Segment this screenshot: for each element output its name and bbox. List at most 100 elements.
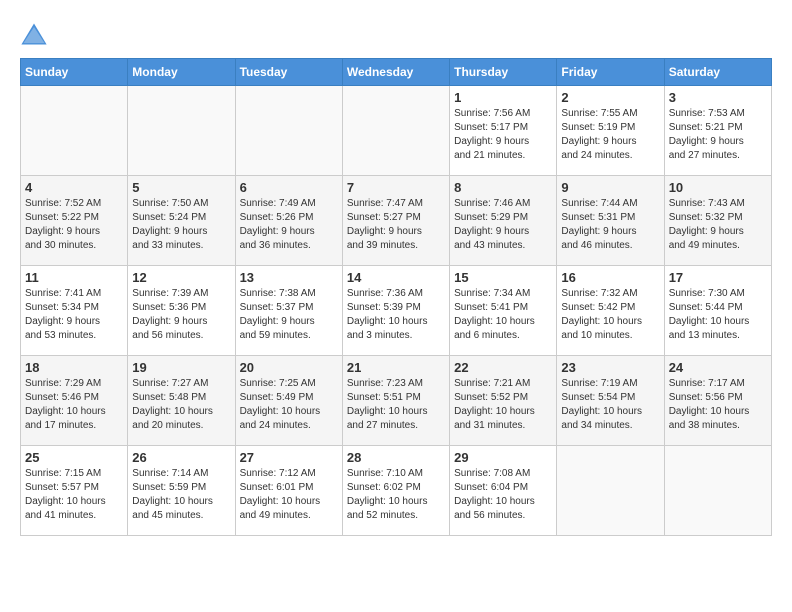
calendar-cell — [128, 86, 235, 176]
calendar-cell — [342, 86, 449, 176]
calendar-cell — [21, 86, 128, 176]
calendar-cell: 22 Sunrise: 7:21 AM Sunset: 5:52 PM Dayli… — [450, 356, 557, 446]
day-info: Sunrise: 7:43 AM Sunset: 5:32 PM Dayligh… — [669, 197, 767, 253]
day-info: Sunrise: 7:21 AM Sunset: 5:52 PM Dayligh… — [454, 377, 552, 433]
calendar-cell: 7Sunrise: 7:47 AM Sunset: 5:27 PM Daylig… — [342, 176, 449, 266]
day-header-sunday: Sunday — [21, 59, 128, 86]
day-info: Sunrise: 7:30 AM Sunset: 5:44 PM Dayligh… — [669, 287, 767, 343]
day-number: 23 — [561, 360, 659, 375]
day-number: 2 — [561, 90, 659, 105]
day-number: 17 — [669, 270, 767, 285]
day-info: Sunrise: 7:23 AM Sunset: 5:51 PM Dayligh… — [347, 377, 445, 433]
calendar-cell: 12 Sunrise: 7:39 AM Sunset: 5:36 PM Dayli… — [128, 266, 235, 356]
calendar-cell: 14Sunrise: 7:36 AM Sunset: 5:39 PM Dayli… — [342, 266, 449, 356]
calendar-cell: 10 Sunrise: 7:43 AM Sunset: 5:32 PM Dayli… — [664, 176, 771, 266]
calendar-cell: 29 Sunrise: 7:08 AM Sunset: 6:04 PM Dayli… — [450, 446, 557, 536]
day-number: 12 — [132, 270, 230, 285]
day-header-tuesday: Tuesday — [235, 59, 342, 86]
day-info: Sunrise: 7:38 AM Sunset: 5:37 PM Dayligh… — [240, 287, 338, 343]
day-info: Sunrise: 7:08 AM Sunset: 6:04 PM Dayligh… — [454, 467, 552, 523]
day-header-friday: Friday — [557, 59, 664, 86]
day-info: Sunrise: 7:19 AM Sunset: 5:54 PM Dayligh… — [561, 377, 659, 433]
day-header-monday: Monday — [128, 59, 235, 86]
day-number: 25 — [25, 450, 123, 465]
day-info: Sunrise: 7:39 AM Sunset: 5:36 PM Dayligh… — [132, 287, 230, 343]
calendar-cell: 24 Sunrise: 7:17 AM Sunset: 5:56 PM Dayli… — [664, 356, 771, 446]
day-header-saturday: Saturday — [664, 59, 771, 86]
calendar-cell: 18 Sunrise: 7:29 AM Sunset: 5:46 PM Dayli… — [21, 356, 128, 446]
calendar-cell: 28 Sunrise: 7:10 AM Sunset: 6:02 PM Dayli… — [342, 446, 449, 536]
day-info: Sunrise: 7:55 AM Sunset: 5:19 PM Dayligh… — [561, 107, 659, 163]
calendar-cell: 1 Sunrise: 7:56 AM Sunset: 5:17 PM Daylig… — [450, 86, 557, 176]
calendar-cell: 8 Sunrise: 7:46 AM Sunset: 5:29 PM Daylig… — [450, 176, 557, 266]
day-number: 1 — [454, 90, 552, 105]
day-number: 3 — [669, 90, 767, 105]
day-number: 29 — [454, 450, 552, 465]
day-number: 11 — [25, 270, 123, 285]
day-number: 5 — [132, 180, 230, 195]
day-info: Sunrise: 7:14 AM Sunset: 5:59 PM Dayligh… — [132, 467, 230, 523]
day-info: Sunrise: 7:52 AM Sunset: 5:22 PM Dayligh… — [25, 197, 123, 253]
day-info: Sunrise: 7:12 AM Sunset: 6:01 PM Dayligh… — [240, 467, 338, 523]
day-info: Sunrise: 7:50 AM Sunset: 5:24 PM Dayligh… — [132, 197, 230, 253]
day-info: Sunrise: 7:34 AM Sunset: 5:41 PM Dayligh… — [454, 287, 552, 343]
calendar-cell — [235, 86, 342, 176]
day-info: Sunrise: 7:25 AM Sunset: 5:49 PM Dayligh… — [240, 377, 338, 433]
day-number: 21 — [347, 360, 445, 375]
day-number: 6 — [240, 180, 338, 195]
day-number: 22 — [454, 360, 552, 375]
day-number: 24 — [669, 360, 767, 375]
calendar-table: SundayMondayTuesdayWednesdayThursdayFrid… — [20, 58, 772, 536]
day-number: 15 — [454, 270, 552, 285]
day-info: Sunrise: 7:46 AM Sunset: 5:29 PM Dayligh… — [454, 197, 552, 253]
day-info: Sunrise: 7:15 AM Sunset: 5:57 PM Dayligh… — [25, 467, 123, 523]
logo — [20, 20, 52, 48]
day-info: Sunrise: 7:44 AM Sunset: 5:31 PM Dayligh… — [561, 197, 659, 253]
calendar-cell: 13Sunrise: 7:38 AM Sunset: 5:37 PM Dayli… — [235, 266, 342, 356]
day-number: 8 — [454, 180, 552, 195]
calendar-cell: 5 Sunrise: 7:50 AM Sunset: 5:24 PM Daylig… — [128, 176, 235, 266]
day-info: Sunrise: 7:49 AM Sunset: 5:26 PM Dayligh… — [240, 197, 338, 253]
calendar-cell: 9 Sunrise: 7:44 AM Sunset: 5:31 PM Daylig… — [557, 176, 664, 266]
day-number: 16 — [561, 270, 659, 285]
page-header — [20, 20, 772, 48]
calendar-cell: 2 Sunrise: 7:55 AM Sunset: 5:19 PM Daylig… — [557, 86, 664, 176]
day-info: Sunrise: 7:10 AM Sunset: 6:02 PM Dayligh… — [347, 467, 445, 523]
calendar-cell: 11 Sunrise: 7:41 AM Sunset: 5:34 PM Dayli… — [21, 266, 128, 356]
day-info: Sunrise: 7:29 AM Sunset: 5:46 PM Dayligh… — [25, 377, 123, 433]
calendar-cell — [557, 446, 664, 536]
day-info: Sunrise: 7:41 AM Sunset: 5:34 PM Dayligh… — [25, 287, 123, 343]
day-number: 20 — [240, 360, 338, 375]
day-number: 10 — [669, 180, 767, 195]
calendar-cell: 3 Sunrise: 7:53 AM Sunset: 5:21 PM Daylig… — [664, 86, 771, 176]
day-number: 28 — [347, 450, 445, 465]
day-number: 19 — [132, 360, 230, 375]
calendar-cell: 17 Sunrise: 7:30 AM Sunset: 5:44 PM Dayli… — [664, 266, 771, 356]
day-info: Sunrise: 7:32 AM Sunset: 5:42 PM Dayligh… — [561, 287, 659, 343]
day-info: Sunrise: 7:17 AM Sunset: 5:56 PM Dayligh… — [669, 377, 767, 433]
day-info: Sunrise: 7:56 AM Sunset: 5:17 PM Dayligh… — [454, 107, 552, 163]
day-number: 7 — [347, 180, 445, 195]
calendar-cell: 15 Sunrise: 7:34 AM Sunset: 5:41 PM Dayli… — [450, 266, 557, 356]
logo-icon — [20, 20, 48, 48]
calendar-cell: 27 Sunrise: 7:12 AM Sunset: 6:01 PM Dayli… — [235, 446, 342, 536]
calendar-cell: 23 Sunrise: 7:19 AM Sunset: 5:54 PM Dayli… — [557, 356, 664, 446]
day-number: 14 — [347, 270, 445, 285]
calendar-cell — [664, 446, 771, 536]
day-header-wednesday: Wednesday — [342, 59, 449, 86]
calendar-cell: 20 Sunrise: 7:25 AM Sunset: 5:49 PM Dayli… — [235, 356, 342, 446]
calendar-cell: 26 Sunrise: 7:14 AM Sunset: 5:59 PM Dayli… — [128, 446, 235, 536]
day-number: 4 — [25, 180, 123, 195]
day-info: Sunrise: 7:53 AM Sunset: 5:21 PM Dayligh… — [669, 107, 767, 163]
calendar-cell: 19 Sunrise: 7:27 AM Sunset: 5:48 PM Dayli… — [128, 356, 235, 446]
day-number: 26 — [132, 450, 230, 465]
day-info: Sunrise: 7:27 AM Sunset: 5:48 PM Dayligh… — [132, 377, 230, 433]
calendar-cell: 6 Sunrise: 7:49 AM Sunset: 5:26 PM Daylig… — [235, 176, 342, 266]
day-header-thursday: Thursday — [450, 59, 557, 86]
calendar-cell: 21 Sunrise: 7:23 AM Sunset: 5:51 PM Dayli… — [342, 356, 449, 446]
day-number: 18 — [25, 360, 123, 375]
calendar-cell: 16 Sunrise: 7:32 AM Sunset: 5:42 PM Dayli… — [557, 266, 664, 356]
day-number: 9 — [561, 180, 659, 195]
calendar-cell: 4 Sunrise: 7:52 AM Sunset: 5:22 PM Daylig… — [21, 176, 128, 266]
day-number: 27 — [240, 450, 338, 465]
